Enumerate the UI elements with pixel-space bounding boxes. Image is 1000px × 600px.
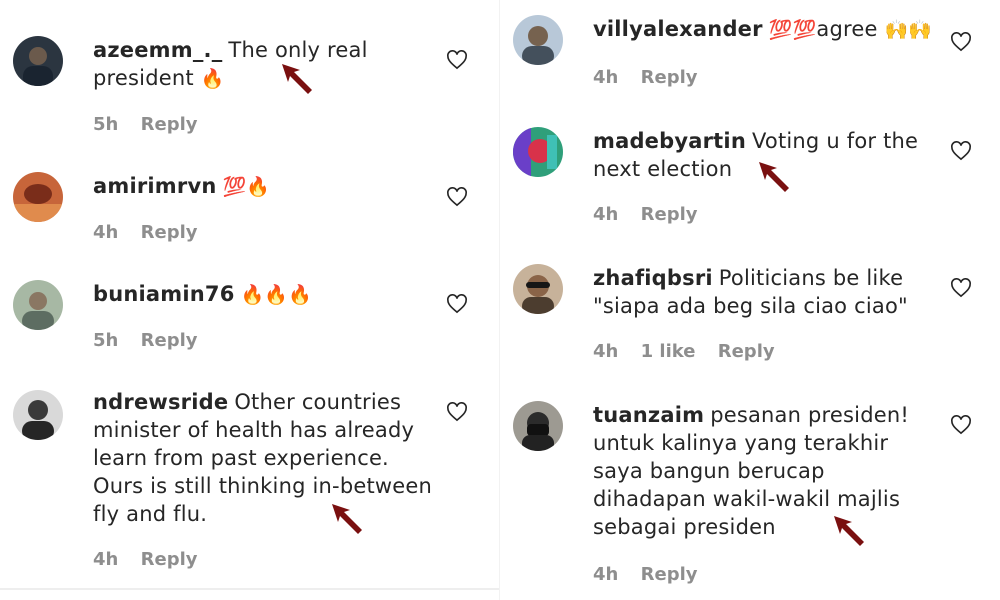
divider [0, 588, 500, 590]
comment-meta: 4h Reply [593, 564, 713, 585]
heart-icon[interactable] [446, 402, 468, 422]
reply-button[interactable]: Reply [718, 341, 775, 362]
avatar[interactable] [513, 15, 563, 65]
comment-meta: 5h Reply [93, 330, 213, 351]
comment-username[interactable]: azeemm_._ [93, 38, 222, 62]
fire-emoji: 🔥 [200, 68, 225, 90]
comment-username[interactable]: villyalexander [593, 17, 763, 41]
comment-meta: 4h 1 like Reply [593, 341, 791, 362]
comment-username[interactable]: tuanzaim [593, 403, 704, 427]
avatar[interactable] [513, 264, 563, 314]
comment-username[interactable]: amirimrvn [93, 174, 216, 198]
comment-time: 4h [93, 222, 119, 243]
reply-button[interactable]: Reply [141, 330, 198, 351]
avatar[interactable] [513, 401, 563, 451]
comment-text: villyalexander 💯💯agree 🙌🙌 [593, 15, 953, 44]
reply-button[interactable]: Reply [141, 549, 198, 570]
avatar[interactable] [13, 36, 63, 86]
reply-button[interactable]: Reply [641, 564, 698, 585]
avatar[interactable] [513, 127, 563, 177]
arrow-icon [759, 162, 789, 192]
heart-icon[interactable] [446, 187, 468, 207]
hundred-fire-emoji: 💯🔥 [222, 176, 271, 198]
heart-icon[interactable] [950, 278, 972, 298]
reply-button[interactable]: Reply [641, 204, 698, 225]
comment-username[interactable]: ndrewsride [93, 390, 228, 414]
reply-button[interactable]: Reply [141, 222, 198, 243]
comment-time: 4h [593, 341, 619, 362]
right-comments-panel: villyalexander 💯💯agree 🙌🙌 4h Reply madeby… [500, 0, 1000, 600]
hundred-emoji: 💯💯 [768, 19, 817, 41]
heart-icon[interactable] [446, 50, 468, 70]
comment-time: 4h [593, 204, 619, 225]
comment-body: agree [816, 17, 878, 41]
comment-time: 4h [93, 549, 119, 570]
comment-text: ndrewsride Other countries minister of he… [93, 388, 433, 528]
likes-count[interactable]: 1 like [641, 341, 696, 362]
comment-time: 5h [93, 114, 119, 135]
raised-hands-emoji: 🙌🙌 [884, 19, 933, 41]
arrow-icon [282, 64, 312, 94]
heart-icon[interactable] [950, 415, 972, 435]
heart-icon[interactable] [446, 294, 468, 314]
comment-meta: 5h Reply [93, 114, 213, 135]
avatar[interactable] [13, 280, 63, 330]
avatar[interactable] [13, 172, 63, 222]
reply-button[interactable]: Reply [141, 114, 198, 135]
left-comments-panel: azeemm_._ The only real president 🔥 5h Re… [0, 0, 500, 600]
comment-time: 4h [593, 564, 619, 585]
arrow-icon [834, 516, 864, 546]
comment-username[interactable]: zhafiqbsri [593, 266, 713, 290]
comment-time: 4h [593, 67, 619, 88]
comment-username[interactable]: buniamin76 [93, 282, 235, 306]
fire-emoji: 🔥🔥🔥 [240, 284, 313, 306]
comment-meta: 4h Reply [93, 549, 213, 570]
comment-meta: 4h Reply [93, 222, 213, 243]
comment-username[interactable]: madebyartin [593, 129, 746, 153]
heart-icon[interactable] [950, 141, 972, 161]
comment-text: azeemm_._ The only real president 🔥 [93, 36, 433, 93]
comment-time: 5h [93, 330, 119, 351]
heart-icon[interactable] [950, 32, 972, 52]
comment-text: amirimrvn 💯🔥 [93, 172, 433, 201]
comment-text: buniamin76 🔥🔥🔥 [93, 280, 433, 309]
reply-button[interactable]: Reply [641, 67, 698, 88]
comment-meta: 4h Reply [593, 204, 713, 225]
avatar[interactable] [13, 390, 63, 440]
arrow-icon [332, 504, 362, 534]
comment-text: zhafiqbsri Politicians be like "siapa ada… [593, 264, 923, 320]
comment-meta: 4h Reply [593, 67, 713, 88]
